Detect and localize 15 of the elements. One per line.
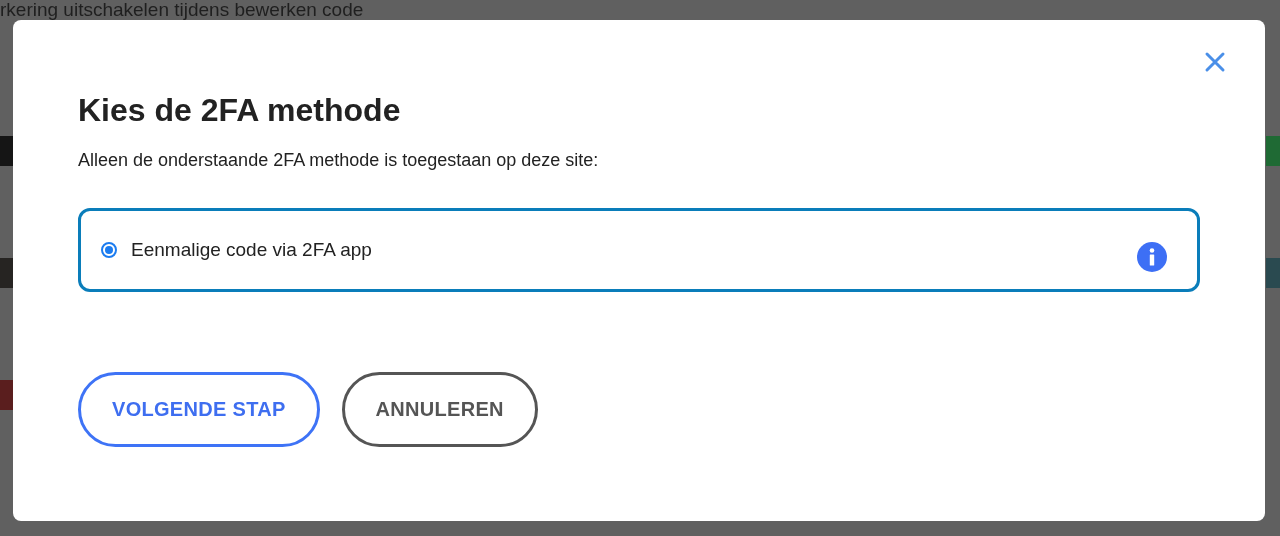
info-icon[interactable]	[1137, 242, 1167, 272]
dialog-description: Alleen de onderstaande 2FA methode is toegestaan op deze site:	[78, 149, 600, 172]
page-bar	[1266, 258, 1280, 288]
dialog-title: Kies de 2FA methode	[78, 91, 402, 130]
close-icon[interactable]	[1203, 50, 1227, 74]
radio-button[interactable]	[101, 242, 117, 258]
page-bar	[0, 258, 14, 288]
option-label: Eenmalige code via 2FA app	[131, 239, 373, 261]
page-heading: rkering uitschakelen tijdens bewerken code	[0, 0, 365, 19]
cancel-button[interactable]: ANNULEREN	[341, 372, 538, 447]
page-bar	[0, 380, 14, 410]
next-button[interactable]: VOLGENDE STAP	[78, 372, 320, 447]
page-bar	[0, 136, 14, 166]
page-bar	[1266, 136, 1280, 166]
method-option[interactable]: Eenmalige code via 2FA app	[78, 208, 1200, 292]
